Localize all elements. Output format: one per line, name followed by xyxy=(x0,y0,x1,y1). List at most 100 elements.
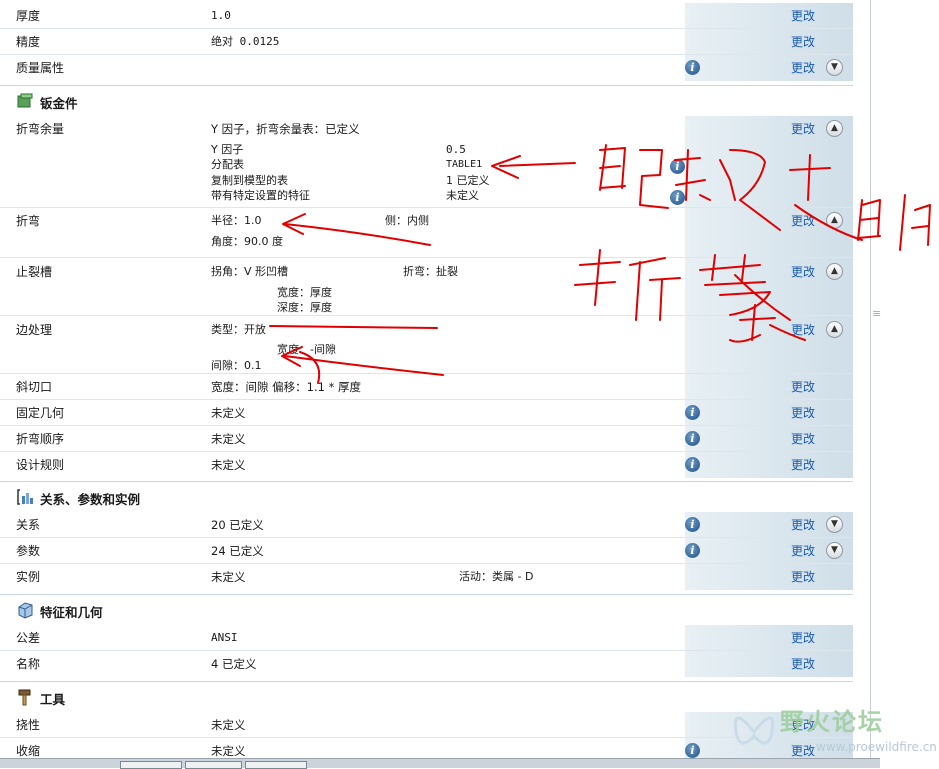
relief-depth: 深度：厚度 xyxy=(277,301,332,314)
right-gutter xyxy=(853,0,869,767)
change-link[interactable]: 更改 xyxy=(791,3,815,29)
collapse-icon[interactable]: ▲ xyxy=(826,263,843,280)
change-link[interactable]: 更改 xyxy=(791,55,815,81)
taskbar-button[interactable] xyxy=(120,761,182,769)
row-label: 固定几何 xyxy=(16,406,65,420)
section-features: 特征和几何 xyxy=(0,594,853,625)
row-label: 参数 xyxy=(16,544,41,558)
change-link[interactable]: 更改 xyxy=(791,538,815,564)
detail-value: 未定义 xyxy=(446,189,479,202)
section-title: 关系、参数和实例 xyxy=(40,492,141,507)
watermark-text: 野火论坛 xyxy=(780,708,884,736)
row-value: 未定义 xyxy=(211,718,246,732)
row-value: Y 因子，折弯余量表：已定义 xyxy=(211,122,360,136)
row-value: 未定义 xyxy=(211,406,246,420)
splitter-grip-icon[interactable]: ≡ xyxy=(872,308,881,319)
taskbar-button[interactable] xyxy=(185,761,242,769)
section-title: 钣金件 xyxy=(40,96,78,111)
detail-key: 复制到模型的表 xyxy=(211,174,288,187)
help-icon[interactable]: i xyxy=(685,431,700,446)
row-value: 4 已定义 xyxy=(211,657,257,671)
row-label: 精度 xyxy=(16,35,41,49)
expand-icon[interactable]: ▼ xyxy=(826,542,843,559)
taskbar-button[interactable] xyxy=(245,761,307,769)
row-value: 未定义 xyxy=(211,458,246,472)
change-link[interactable]: 更改 xyxy=(791,208,815,234)
help-icon[interactable]: i xyxy=(685,405,700,420)
help-icon[interactable]: i xyxy=(685,60,700,75)
detail-key: Y 因子 xyxy=(211,143,244,156)
expand-icon[interactable]: ▼ xyxy=(826,59,843,76)
hammer-icon xyxy=(18,689,31,706)
change-link[interactable]: 更改 xyxy=(791,258,815,286)
property-row-bend: 折弯 半径：1.0 侧：内侧 角度：90.0 度 更改 ▲ xyxy=(0,208,853,258)
property-row-thickness: 厚度 1.0 更改 xyxy=(0,3,853,29)
row-label: 折弯顺序 xyxy=(16,432,65,446)
bend-radius: 半径：1.0 xyxy=(211,214,262,227)
detail-value: 0.5 xyxy=(446,143,466,156)
row-label: 厚度 xyxy=(16,9,41,23)
relief-width: 宽度：厚度 xyxy=(277,286,332,299)
change-link[interactable]: 更改 xyxy=(791,316,815,344)
property-row-accuracy: 精度 绝对 0.0125 更改 xyxy=(0,29,853,55)
row-label: 折弯余量 xyxy=(16,122,65,136)
detail-key: 分配表 xyxy=(211,158,244,171)
change-link[interactable]: 更改 xyxy=(791,29,815,55)
row-value: ANSI xyxy=(211,631,238,644)
row-label: 实例 xyxy=(16,570,41,584)
help-icon[interactable]: i xyxy=(670,190,685,205)
section-sheetmetal: 钣金件 xyxy=(0,85,853,116)
property-row-design-rules: 设计规则 未定义 i 更改 xyxy=(0,452,853,478)
features-icon xyxy=(18,602,33,619)
watermark: 野火论坛 www.proewildfire.cn xyxy=(728,702,938,766)
change-link[interactable]: 更改 xyxy=(791,625,815,651)
row-value: 未定义 xyxy=(211,570,246,584)
change-link[interactable]: 更改 xyxy=(791,426,815,452)
help-icon[interactable]: i xyxy=(685,743,700,758)
property-row-names: 名称 4 已定义 更改 xyxy=(0,651,853,677)
property-row-tolerance: 公差 ANSI 更改 xyxy=(0,625,853,651)
help-icon[interactable]: i xyxy=(685,517,700,532)
section-title: 工具 xyxy=(40,692,66,707)
help-icon[interactable]: i xyxy=(670,159,685,174)
bend-angle: 角度：90.0 度 xyxy=(211,235,283,248)
relief-bend: 折弯：扯裂 xyxy=(403,265,458,278)
change-link[interactable]: 更改 xyxy=(791,651,815,677)
collapse-icon[interactable]: ▲ xyxy=(826,321,843,338)
edge-gap: 间隙：0.1 xyxy=(211,359,262,372)
property-row-relief: 止裂槽 拐角：V 形凹槽 折弯：扯裂 宽度：厚度 深度：厚度 更改 ▲ xyxy=(0,258,853,316)
row-label: 止裂槽 xyxy=(16,265,53,279)
row-label: 设计规则 xyxy=(16,458,65,472)
help-icon[interactable]: i xyxy=(685,457,700,472)
change-link[interactable]: 更改 xyxy=(791,400,815,426)
property-row-instances: 实例 未定义 活动：类属 - D 更改 xyxy=(0,564,853,590)
property-row-parameters: 参数 24 已定义 i 更改 ▼ xyxy=(0,538,853,564)
change-link[interactable]: 更改 xyxy=(791,564,815,590)
row-label: 折弯 xyxy=(16,214,41,228)
change-link[interactable]: 更改 xyxy=(791,116,815,142)
row-label: 斜切口 xyxy=(16,380,53,394)
butterfly-logo-icon xyxy=(733,716,775,745)
detail-key: 带有特定设置的特征 xyxy=(211,189,310,202)
collapse-icon[interactable]: ▲ xyxy=(826,120,843,137)
bend-side: 侧：内侧 xyxy=(385,214,429,227)
row-label: 质量属性 xyxy=(16,61,65,75)
row-value: 1.0 xyxy=(211,9,231,22)
relief-corner: 拐角：V 形凹槽 xyxy=(211,265,289,278)
help-icon[interactable]: i xyxy=(685,543,700,558)
change-link[interactable]: 更改 xyxy=(791,374,815,400)
row-value: 24 已定义 xyxy=(211,544,264,558)
property-row-flexibility: 挠性 未定义 更改 xyxy=(0,712,853,738)
expand-icon[interactable]: ▼ xyxy=(826,516,843,533)
section-relations: 关系、参数和实例 xyxy=(0,481,853,512)
row-value: 未定义 xyxy=(211,432,246,446)
change-link[interactable]: 更改 xyxy=(791,452,815,478)
instance-active: 活动：类属 - D xyxy=(459,570,534,583)
row-label: 名称 xyxy=(16,657,41,671)
change-link[interactable]: 更改 xyxy=(791,512,815,538)
row-label: 关系 xyxy=(16,518,41,532)
detail-value: TABLE1 xyxy=(446,159,483,170)
property-row-miter: 斜切口 宽度：间隙 偏移：1.1 * 厚度 更改 xyxy=(0,374,853,400)
splitter[interactable] xyxy=(870,0,871,767)
collapse-icon[interactable]: ▲ xyxy=(826,212,843,229)
